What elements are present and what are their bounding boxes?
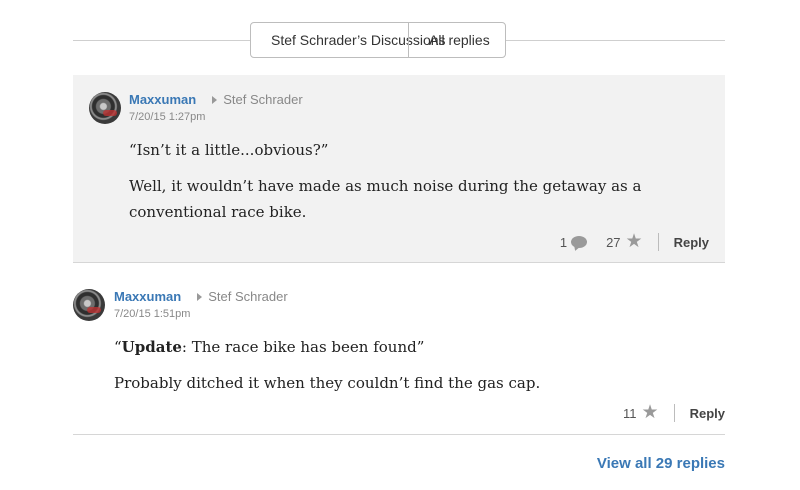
quoted-text: “Update: The race bike has been found” xyxy=(114,334,714,360)
in-reply-to-name[interactable]: Stef Schrader xyxy=(208,289,288,304)
comment-bubble-icon xyxy=(571,236,588,248)
discussion-tabs: Stef Schrader’s Discussions All replies xyxy=(250,22,506,58)
tab-stef-schrader-discussions[interactable]: Stef Schrader’s Discussions xyxy=(251,23,446,57)
avatar[interactable] xyxy=(73,289,105,321)
reply-card: Maxxuman Stef Schrader 7/20/15 1:51pm “U… xyxy=(73,263,725,435)
reply-actions: 1 27 ★ Reply xyxy=(560,232,709,252)
comment-count: 1 xyxy=(559,234,568,250)
reply-text: Well, it wouldn’t have made as much nois… xyxy=(129,177,642,221)
comment-count-button[interactable]: 1 xyxy=(559,234,588,250)
star-icon: ★ xyxy=(625,231,643,252)
quote-open: “ xyxy=(114,338,122,356)
reply-button[interactable]: Reply xyxy=(690,406,725,421)
quote-bold: Update xyxy=(121,338,182,356)
reply-body: “Isn’t it a little...obvious?” Well, it … xyxy=(129,137,719,225)
star-icon: ★ xyxy=(641,402,659,423)
quote-rest: : The race bike has been found” xyxy=(181,338,425,356)
avatar[interactable] xyxy=(89,92,121,124)
reply-arrow-icon xyxy=(197,292,203,301)
discussion-tabs-area: Stef Schrader’s Discussions All replies xyxy=(73,22,725,58)
star-button[interactable]: 27 ★ xyxy=(606,232,643,252)
reply-actions: 11 ★ Reply xyxy=(623,403,725,423)
reply-header: Maxxuman Stef Schrader xyxy=(114,289,288,304)
tab-all-replies[interactable]: All replies xyxy=(408,23,505,57)
actions-divider xyxy=(673,404,675,422)
star-count: 11 xyxy=(623,405,637,421)
author-name[interactable]: Maxxuman xyxy=(114,289,181,304)
star-button[interactable]: 11 ★ xyxy=(623,403,659,423)
author-name[interactable]: Maxxuman xyxy=(129,92,196,107)
actions-divider xyxy=(657,233,659,251)
star-count: 27 xyxy=(606,234,621,250)
reply-body: “Update: The race bike has been found” P… xyxy=(114,334,714,396)
reply-text: Probably ditched it when they couldn’t f… xyxy=(114,374,541,392)
timestamp[interactable]: 7/20/15 1:27pm xyxy=(129,111,205,123)
timestamp[interactable]: 7/20/15 1:51pm xyxy=(114,308,190,320)
in-reply-to-name[interactable]: Stef Schrader xyxy=(223,92,303,107)
view-all-replies-link[interactable]: View all 29 replies xyxy=(597,455,725,472)
quoted-text: “Isn’t it a little...obvious?” xyxy=(129,141,329,159)
reply-button[interactable]: Reply xyxy=(674,235,709,250)
reply-arrow-icon xyxy=(212,95,218,104)
reply-header: Maxxuman Stef Schrader xyxy=(129,92,303,107)
reply-card: Maxxuman Stef Schrader 7/20/15 1:27pm “I… xyxy=(73,75,725,263)
